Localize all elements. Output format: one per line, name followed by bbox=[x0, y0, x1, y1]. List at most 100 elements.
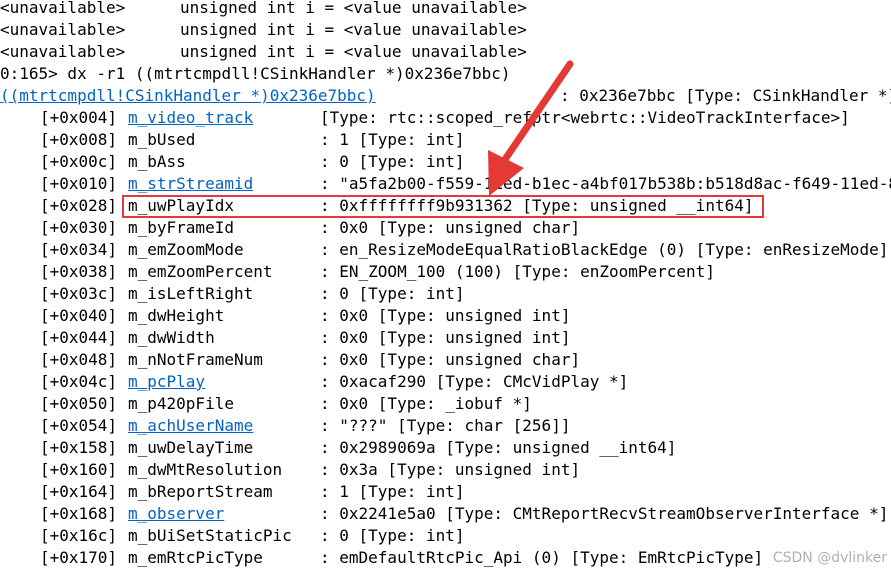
field-offset: [+0x168] bbox=[40, 504, 118, 523]
field-name: m_emRtcPicType bbox=[128, 548, 263, 567]
field-offset: [+0x164] bbox=[40, 482, 118, 501]
field-name: m_bAss bbox=[128, 152, 186, 171]
field-value: : 0 [Type: int] bbox=[320, 152, 465, 171]
field-name: m_dwMtResolution bbox=[128, 460, 283, 479]
output-line: <unavailable> unsigned int i = <value una… bbox=[0, 0, 527, 19]
field-name-link[interactable]: m_observer bbox=[128, 504, 224, 523]
unavailable-label: <unavailable> bbox=[0, 0, 126, 17]
field-row: [+0x034] m_emZoomMode : en_ResizeModeEqual… bbox=[0, 239, 888, 261]
field-value: : "a5fa2b00-f559-11ed-b1ec-a4bf017b538b:… bbox=[320, 174, 891, 193]
field-row: [+0x164] m_bReportStream : 1 [Type: int] bbox=[0, 481, 465, 503]
watermark: CSDN @dvlinker bbox=[772, 550, 887, 566]
field-row: [+0x030] m_byFrameId : 0x0 [Type: unsigned… bbox=[0, 217, 580, 239]
field-value: : 0x3a [Type: unsigned int] bbox=[320, 460, 581, 479]
field-name: m_nNotFrameNum bbox=[128, 350, 263, 369]
field-row: [+0x03c] m_isLeftRight : 0 [Type: int] bbox=[0, 283, 465, 305]
field-name: m_emZoomPercent bbox=[128, 262, 273, 281]
field-value: : 0x0 [Type: unsigned char] bbox=[320, 218, 581, 237]
unavailable-label: <unavailable> bbox=[0, 20, 126, 39]
field-row: [+0x038] m_emZoomPercent : EN_ZOOM_100 (10… bbox=[0, 261, 715, 283]
root-object-value: : 0x236e7bbc [Type: CSinkHandler *] bbox=[560, 86, 891, 105]
field-offset: [+0x008] bbox=[40, 130, 118, 149]
field-offset: [+0x004] bbox=[40, 108, 118, 127]
field-value: : 0 [Type: int] bbox=[320, 526, 465, 545]
field-name: m_uwDelayTime bbox=[128, 438, 254, 457]
field-name: m_bReportStream bbox=[128, 482, 273, 501]
field-row: [+0x040] m_dwHeight : 0x0 [Type: unsigned … bbox=[0, 305, 570, 327]
field-row: [+0x050] m_p420pFile : 0x0 [Type: _iobuf *… bbox=[0, 393, 532, 415]
field-name-link[interactable]: m_pcPlay bbox=[128, 372, 205, 391]
field-name: m_dwWidth bbox=[128, 328, 215, 347]
field-name-link[interactable]: m_video_track bbox=[128, 108, 253, 127]
field-value: : EN_ZOOM_100 (100) [Type: enZoomPercent… bbox=[320, 262, 715, 281]
field-value: : 0x2989069a [Type: unsigned __int64] bbox=[320, 438, 677, 457]
field-offset: [+0x054] bbox=[40, 416, 118, 435]
field-row: [+0x04c] m_pcPlay : 0xacaf290 [Type: CMcVi… bbox=[0, 371, 628, 393]
local-variable-text: unsigned int i = <value unavailable> bbox=[180, 20, 527, 39]
field-row: [+0x028] m_uwPlayIdx : 0xffffffff9b931362 … bbox=[0, 195, 753, 217]
field-value: : "???" [Type: char [256]] bbox=[320, 416, 571, 435]
field-name: m_p420pFile bbox=[128, 394, 234, 413]
output-line: <unavailable> unsigned int i = <value una… bbox=[0, 41, 527, 63]
field-value: : 0x0 [Type: unsigned int] bbox=[320, 328, 571, 347]
field-name: m_bUsed bbox=[128, 130, 196, 149]
field-value: : 0x0 [Type: unsigned int] bbox=[320, 306, 571, 325]
field-value: : en_ResizeModeEqualRatioBlackEdge (0) [… bbox=[320, 240, 889, 259]
field-value: [Type: rtc::scoped_refptr<webrtc::VideoT… bbox=[320, 108, 850, 127]
field-offset: [+0x158] bbox=[40, 438, 118, 457]
field-row: [+0x170] m_emRtcPicType : emDefaultRtcPic_… bbox=[0, 547, 763, 569]
field-row: [+0x054] m_achUserName : "???" [Type: char… bbox=[0, 415, 570, 437]
field-value: : 0xffffffff9b931362 [Type: unsigned __i… bbox=[320, 196, 754, 215]
field-offset: [+0x044] bbox=[40, 328, 118, 347]
field-value: : 0x2241e5a0 [Type: CMtReportRecvStreamO… bbox=[320, 504, 889, 523]
field-offset: [+0x160] bbox=[40, 460, 118, 479]
field-name-link[interactable]: m_achUserName bbox=[128, 416, 253, 435]
field-name: m_isLeftRight bbox=[128, 284, 254, 303]
local-variable-text: unsigned int i = <value unavailable> bbox=[180, 0, 527, 17]
field-name: m_bUiSetStaticPic bbox=[128, 526, 292, 545]
field-row: [+0x16c] m_bUiSetStaticPic : 0 [Type: int] bbox=[0, 525, 465, 547]
field-row: [+0x168] m_observer : 0x2241e5a0 [Type: CM… bbox=[0, 503, 888, 525]
field-offset: [+0x04c] bbox=[40, 372, 118, 391]
field-value: : 0x0 [Type: unsigned char] bbox=[320, 350, 581, 369]
field-row: [+0x044] m_dwWidth : 0x0 [Type: unsigned i… bbox=[0, 327, 570, 349]
field-row: [+0x048] m_nNotFrameNum : 0x0 [Type: unsig… bbox=[0, 349, 580, 371]
field-offset: [+0x050] bbox=[40, 394, 118, 413]
field-row: [+0x158] m_uwDelayTime : 0x2989069a [Type:… bbox=[0, 437, 676, 459]
field-row: [+0x008] m_bUsed : 1 [Type: int] bbox=[0, 129, 465, 151]
field-offset: [+0x16c] bbox=[40, 526, 118, 545]
field-offset: [+0x010] bbox=[40, 174, 118, 193]
field-offset: [+0x038] bbox=[40, 262, 118, 281]
field-value: : 1 [Type: int] bbox=[320, 482, 465, 501]
field-row: [+0x010] m_strStreamid : "a5fa2b00-f559-11… bbox=[0, 173, 891, 195]
field-name: m_emZoomMode bbox=[128, 240, 244, 259]
field-offset: [+0x030] bbox=[40, 218, 118, 237]
output-line: <unavailable> unsigned int i = <value una… bbox=[0, 19, 527, 41]
dx-command: 0:165> dx -r1 ((mtrtcmpdll!CSinkHandler … bbox=[0, 64, 511, 83]
field-value: : 1 [Type: int] bbox=[320, 130, 465, 149]
root-object-link[interactable]: ((mtrtcmpdll!CSinkHandler *)0x236e7bbc) bbox=[0, 86, 376, 105]
field-row: [+0x160] m_dwMtResolution : 0x3a [Type: un… bbox=[0, 459, 580, 481]
field-offset: [+0x03c] bbox=[40, 284, 118, 303]
field-value: : 0xacaf290 [Type: CMcVidPlay *] bbox=[320, 372, 629, 391]
local-variable-text: unsigned int i = <value unavailable> bbox=[180, 42, 527, 61]
field-name: m_byFrameId bbox=[128, 218, 234, 237]
field-name: m_uwPlayIdx bbox=[128, 196, 234, 215]
root-object-line: ((mtrtcmpdll!CSinkHandler *)0x236e7bbc):… bbox=[0, 85, 891, 107]
debugger-console: <unavailable> unsigned int i = <value una… bbox=[0, 0, 891, 572]
field-offset: [+0x040] bbox=[40, 306, 118, 325]
field-offset: [+0x034] bbox=[40, 240, 118, 259]
field-row: [+0x004] m_video_track [Type: rtc::scoped_… bbox=[0, 107, 850, 129]
field-offset: [+0x00c] bbox=[40, 152, 118, 171]
field-row: [+0x00c] m_bAss : 0 [Type: int] bbox=[0, 151, 465, 173]
field-value: : 0 [Type: int] bbox=[320, 284, 465, 303]
field-offset: [+0x170] bbox=[40, 548, 118, 567]
unavailable-label: <unavailable> bbox=[0, 42, 126, 61]
field-offset: [+0x048] bbox=[40, 350, 118, 369]
field-name: m_dwHeight bbox=[128, 306, 225, 325]
field-value: : emDefaultRtcPic_Api (0) [Type: EmRtcPi… bbox=[320, 548, 764, 567]
field-offset: [+0x028] bbox=[40, 196, 118, 215]
field-name-link[interactable]: m_strStreamid bbox=[128, 174, 253, 193]
field-value: : 0x0 [Type: _iobuf *] bbox=[320, 394, 532, 413]
command-line: 0:165> dx -r1 ((mtrtcmpdll!CSinkHandler … bbox=[0, 63, 511, 85]
